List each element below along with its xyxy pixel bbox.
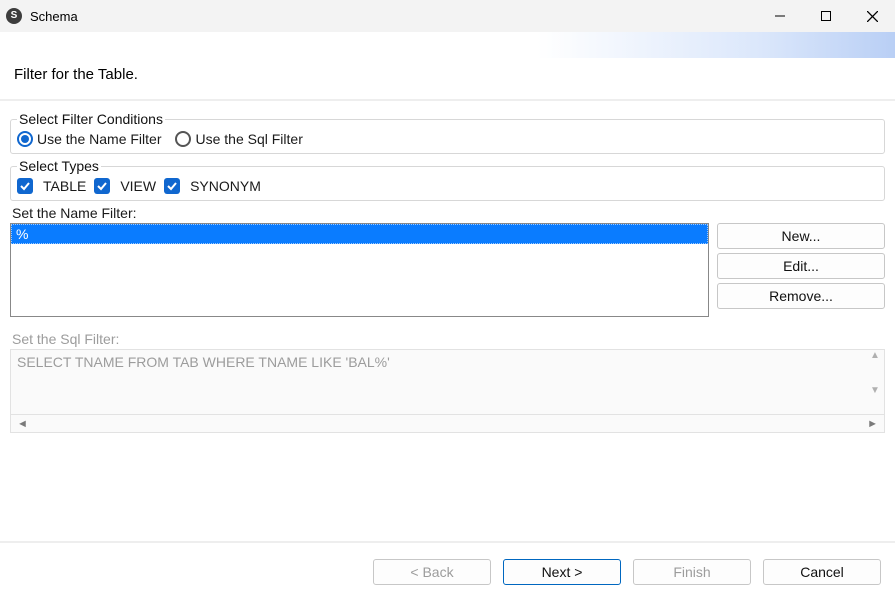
name-filter-item[interactable]: % [11, 224, 708, 244]
select-types-group: Select Types TABLE VIEW SYNONYM [10, 158, 885, 201]
checkbox-view[interactable] [94, 178, 110, 194]
heading-area: Filter for the Table. [0, 58, 895, 101]
new-button[interactable]: New... [717, 223, 885, 249]
sql-vertical-scrollbar: ▲ ▼ [868, 350, 882, 396]
edit-button[interactable]: Edit... [717, 253, 885, 279]
sql-horizontal-scrollbar: ◄ ► [10, 415, 885, 433]
finish-button[interactable]: Finish [633, 559, 751, 585]
app-icon-letter: S [11, 11, 18, 21]
scroll-left-icon: ◄ [17, 418, 28, 430]
remove-button[interactable]: Remove... [717, 283, 885, 309]
window-title: Schema [30, 9, 78, 24]
checkbox-synonym[interactable] [164, 178, 180, 194]
sql-filter-textarea: SELECT TNAME FROM TAB WHERE TNAME LIKE '… [10, 349, 885, 415]
checkbox-table[interactable] [17, 178, 33, 194]
cancel-button[interactable]: Cancel [763, 559, 881, 585]
sql-filter-value: SELECT TNAME FROM TAB WHERE TNAME LIKE '… [17, 354, 390, 370]
app-icon: S [6, 8, 22, 24]
window-controls [757, 0, 895, 32]
name-filter-label: Set the Name Filter: [12, 205, 885, 221]
radio-sql-filter[interactable] [175, 131, 191, 147]
checkbox-synonym-label[interactable]: SYNONYM [190, 178, 261, 194]
select-types-legend: Select Types [17, 158, 101, 174]
page-heading: Filter for the Table. [14, 66, 881, 83]
titlebar: S Schema [0, 0, 895, 32]
minimize-button[interactable] [757, 0, 803, 32]
content: Select Filter Conditions Use the Name Fi… [0, 101, 895, 541]
checkbox-view-label[interactable]: VIEW [120, 178, 156, 194]
close-button[interactable] [849, 0, 895, 32]
name-filter-listbox[interactable]: % [10, 223, 709, 317]
name-filter-row: % New... Edit... Remove... [10, 223, 885, 317]
filter-conditions-legend: Select Filter Conditions [17, 111, 165, 127]
checkbox-table-label[interactable]: TABLE [43, 178, 86, 194]
banner-gradient [0, 32, 895, 58]
name-filter-buttons: New... Edit... Remove... [717, 223, 885, 309]
radio-sql-filter-label[interactable]: Use the Sql Filter [195, 131, 302, 147]
wizard-buttons: < Back Next > Finish Cancel [0, 543, 895, 601]
schema-dialog: S Schema Filter for the Table. Select Fi… [0, 0, 895, 601]
sql-filter-label: Set the Sql Filter: [12, 331, 885, 347]
filter-conditions-group: Select Filter Conditions Use the Name Fi… [10, 111, 885, 154]
radio-name-filter-label[interactable]: Use the Name Filter [37, 131, 161, 147]
scroll-right-icon: ► [867, 418, 878, 430]
scroll-up-icon: ▲ [868, 350, 882, 361]
back-button[interactable]: < Back [373, 559, 491, 585]
maximize-button[interactable] [803, 0, 849, 32]
radio-name-filter[interactable] [17, 131, 33, 147]
scroll-down-icon: ▼ [868, 385, 882, 396]
next-button[interactable]: Next > [503, 559, 621, 585]
